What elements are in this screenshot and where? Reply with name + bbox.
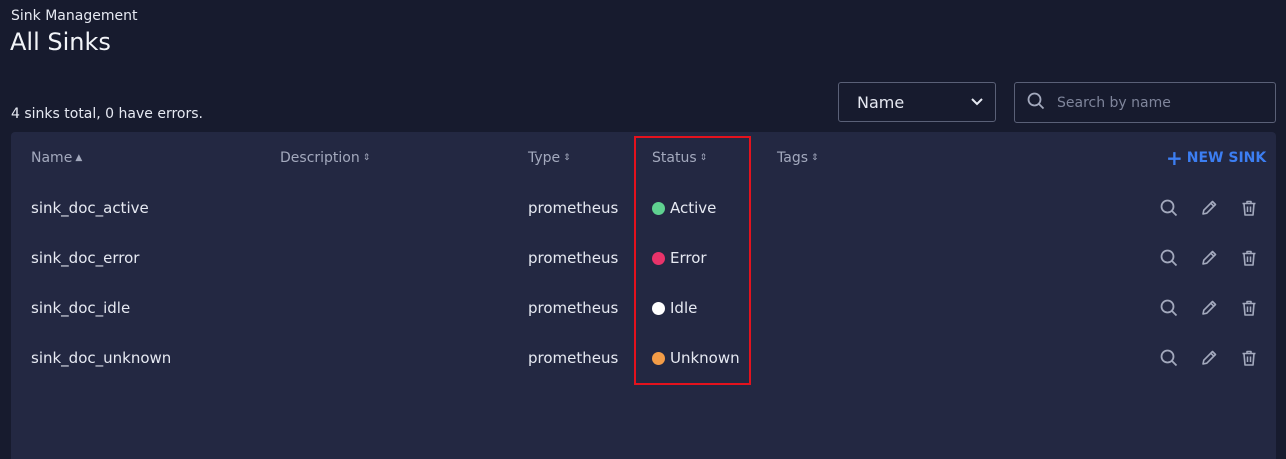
filter-field-select[interactable]: Name [838, 82, 996, 122]
trash-icon [1242, 250, 1256, 266]
delete-button[interactable] [1239, 198, 1259, 218]
status-label: Error [670, 249, 707, 267]
status-label: Active [670, 199, 717, 217]
edit-pencil-icon [1202, 200, 1217, 215]
sort-icon: ⇕ [811, 152, 819, 163]
sort-icon: ⇕ [362, 152, 371, 163]
sort-icon: ⇕ [563, 152, 571, 163]
column-header-type-label: Type [528, 150, 561, 166]
search-input[interactable] [1055, 93, 1259, 112]
view-button[interactable] [1159, 248, 1179, 268]
edit-button[interactable] [1199, 348, 1219, 368]
search-icon [1160, 199, 1178, 217]
column-header-type[interactable]: Type ⇕ [528, 150, 571, 166]
column-header-description[interactable]: Description ⇕ [280, 150, 370, 166]
sink-status: Active [652, 199, 716, 217]
search-box[interactable] [1014, 82, 1276, 123]
column-header-status[interactable]: Status ⇕ [652, 150, 707, 166]
new-sink-button[interactable]: + NEW SINK [1166, 148, 1266, 168]
sink-status: Idle [652, 299, 697, 317]
sinks-summary: 4 sinks total, 0 have errors. [11, 106, 203, 122]
page-title: All Sinks [10, 28, 111, 56]
column-header-tags[interactable]: Tags ⇕ [777, 150, 819, 166]
sink-name[interactable]: sink_doc_active [31, 199, 149, 217]
edit-button[interactable] [1199, 198, 1219, 218]
column-header-tags-label: Tags [777, 150, 808, 166]
search-icon [1160, 349, 1178, 367]
sink-status: Unknown [652, 349, 740, 367]
sink-name[interactable]: sink_doc_idle [31, 299, 130, 317]
view-button[interactable] [1159, 298, 1179, 318]
column-header-status-label: Status [652, 150, 697, 166]
sink-type: prometheus [528, 199, 619, 217]
delete-button[interactable] [1239, 348, 1259, 368]
search-icon [1027, 92, 1045, 114]
trash-icon [1242, 350, 1256, 366]
delete-button[interactable] [1239, 248, 1259, 268]
sinks-table [11, 132, 1276, 459]
status-active-dot-icon [652, 201, 665, 215]
edit-button[interactable] [1199, 248, 1219, 268]
status-idle-dot-icon [652, 301, 665, 315]
sink-name[interactable]: sink_doc_unknown [31, 349, 171, 367]
search-icon [1160, 249, 1178, 267]
status-label: Idle [670, 299, 698, 317]
status-label: Unknown [670, 349, 740, 367]
search-icon [1160, 299, 1178, 317]
breadcrumb[interactable]: Sink Management [11, 8, 137, 24]
view-button[interactable] [1159, 198, 1179, 218]
status-error-dot-icon [652, 251, 665, 265]
view-button[interactable] [1159, 348, 1179, 368]
sink-type: prometheus [528, 299, 619, 317]
edit-pencil-icon [1202, 250, 1217, 265]
sort-icon: ⇕ [699, 152, 708, 163]
status-unknown-dot-icon [652, 351, 665, 365]
edit-button[interactable] [1199, 298, 1219, 318]
sort-ascending-icon: ▲ [75, 152, 83, 163]
delete-button[interactable] [1239, 298, 1259, 318]
filter-field-value: Name [857, 92, 905, 112]
sink-status: Error [652, 249, 707, 267]
edit-pencil-icon [1202, 350, 1217, 365]
trash-icon [1242, 200, 1256, 216]
sink-name[interactable]: sink_doc_error [31, 249, 139, 267]
plus-icon: + [1166, 146, 1183, 170]
sink-type: prometheus [528, 249, 619, 267]
trash-icon [1242, 300, 1256, 316]
edit-pencil-icon [1202, 300, 1217, 315]
chevron-down-icon [971, 98, 983, 106]
new-sink-label: NEW SINK [1186, 150, 1267, 166]
sink-type: prometheus [528, 349, 619, 367]
sink-management-page: Sink Management All Sinks 4 sinks total,… [0, 0, 1286, 459]
column-header-description-label: Description [280, 150, 360, 166]
column-header-name[interactable]: Name ▲ [31, 150, 82, 166]
column-header-name-label: Name [31, 150, 73, 166]
